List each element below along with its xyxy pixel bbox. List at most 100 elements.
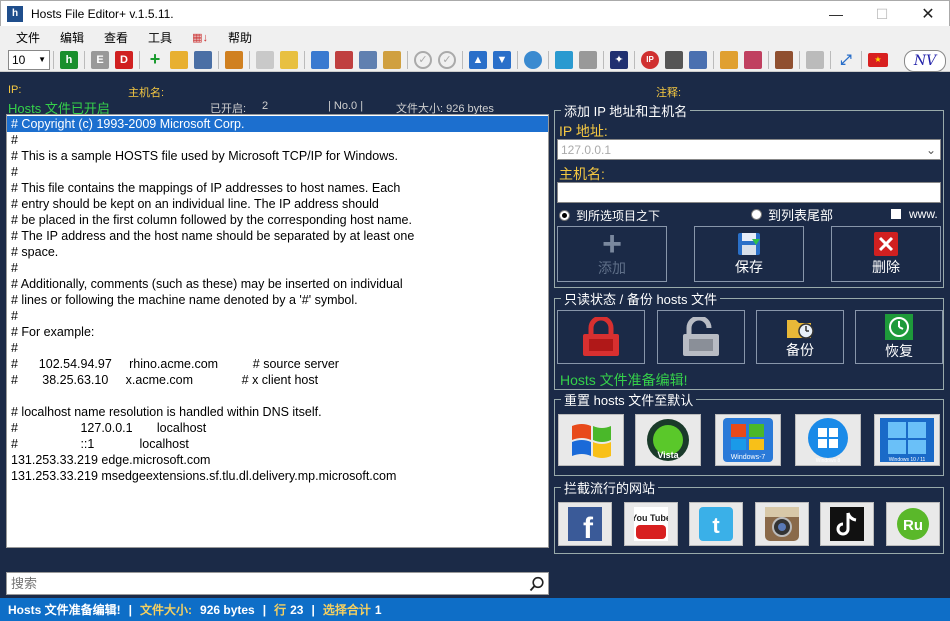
hosts-line[interactable]: # ::1 localhost [7, 436, 548, 452]
broom-icon[interactable] [720, 50, 738, 69]
hosts-line[interactable]: # [7, 164, 548, 180]
hosts-line[interactable]: # [7, 340, 548, 356]
font-size-select[interactable]: 10 ▼ [8, 49, 50, 70]
reset-windows-8-button[interactable]: Windows 8 [795, 414, 861, 466]
hosts-line[interactable]: 131.253.33.219 edge.microsoft.com [7, 452, 548, 468]
twitter-t: t [712, 513, 720, 538]
hosts-line[interactable] [7, 388, 548, 404]
dns-icon[interactable] [689, 50, 707, 69]
shield-icon[interactable] [579, 50, 597, 69]
hosts-line[interactable]: # be placed in the first column followed… [7, 212, 548, 228]
move-down-icon[interactable]: ▼ [493, 50, 511, 69]
minimize-button[interactable]: — [813, 1, 859, 27]
ping-icon[interactable] [665, 50, 683, 69]
menu-edit[interactable]: 编辑 [50, 29, 94, 46]
lock-readonly-button[interactable] [557, 310, 645, 364]
windows-logo-icon[interactable]: ▦↓ [182, 31, 218, 44]
menu-tools[interactable]: 工具 [138, 29, 182, 46]
delete-button[interactable]: 删除 [831, 226, 941, 282]
hosts-h-icon[interactable]: h [60, 50, 78, 69]
hosts-line[interactable]: # Copyright (c) 1993-2009 Microsoft Corp… [7, 116, 548, 132]
add-button[interactable]: + 添加 [557, 226, 667, 282]
www-checkbox[interactable]: www. [891, 207, 938, 221]
add-ip-panel: 添加 IP 地址和主机名 IP 地址: 127.0.0.1 ⌄ 主机名: 到所选… [554, 101, 944, 288]
block-instagram-button[interactable] [755, 502, 809, 546]
china-flag-icon[interactable]: ★ [868, 52, 888, 67]
menu-file[interactable]: 文件 [6, 29, 50, 46]
open-folder-icon[interactable] [170, 50, 188, 69]
folder-icon[interactable] [280, 50, 298, 69]
import-icon[interactable] [311, 50, 329, 69]
move-up-icon[interactable]: ▲ [469, 50, 487, 69]
reset-windows-7-button[interactable]: Windows-7 [715, 414, 781, 466]
block-facebook-button[interactable]: f [558, 502, 612, 546]
lock-icon[interactable] [806, 50, 824, 69]
wand-icon[interactable] [744, 50, 762, 69]
check-all-icon[interactable]: ✓ [438, 50, 456, 69]
hosts-line[interactable]: # [7, 260, 548, 276]
block-panel-title: 拦截流行的网站 [561, 478, 659, 497]
restore-button[interactable]: 恢复 [855, 310, 943, 364]
hosts-line[interactable]: # space. [7, 244, 548, 260]
close-button[interactable]: ✕ [905, 1, 950, 27]
block-tiktok-button[interactable] [820, 502, 874, 546]
save-button[interactable]: 保存 [694, 226, 804, 282]
unlock-button[interactable] [657, 310, 745, 364]
windows-vista-logo-icon: Vista [647, 419, 689, 461]
hosts-line[interactable]: # This file contains the mappings of IP … [7, 180, 548, 196]
hosts-line[interactable]: 131.253.33.219 msedgeextensions.sf.tlu.d… [7, 468, 548, 484]
block-twitter-button[interactable]: t [689, 502, 743, 546]
ip-address-value: 127.0.0.1 [561, 142, 612, 157]
merge-icon[interactable] [359, 50, 377, 69]
menu-help[interactable]: 帮助 [218, 29, 262, 46]
fullscreen-icon[interactable]: ⤢ [837, 51, 855, 69]
youtube-text: You Tube [634, 513, 668, 523]
search-input[interactable] [7, 576, 526, 591]
status-sep: | [311, 602, 315, 617]
hostname-input[interactable] [557, 182, 941, 203]
backup-button[interactable]: 备份 [756, 310, 844, 364]
block-ru-button[interactable]: Ru [886, 502, 940, 546]
hosts-line[interactable]: # entry should be kept on an individual … [7, 196, 548, 212]
hosts-line[interactable]: # This is a sample HOSTS file used by Mi… [7, 148, 548, 164]
radio-below-selected[interactable]: 到所选项目之下 [559, 207, 660, 224]
ip-icon[interactable]: IP [641, 50, 659, 69]
package-icon[interactable] [775, 50, 793, 69]
hosts-line[interactable]: # 127.0.0.1 localhost [7, 420, 548, 436]
save-disk-icon[interactable] [194, 50, 212, 69]
block-youtube-button[interactable]: You Tube [624, 502, 678, 546]
disable-d-icon[interactable]: D [115, 50, 133, 69]
hosts-line[interactable]: # 102.54.94.97 rhino.acme.com # source s… [7, 356, 548, 372]
search-icon[interactable] [526, 573, 548, 595]
hosts-line[interactable]: # [7, 132, 548, 148]
reset-windows-10-11-button[interactable]: Windows 10 / 11 [874, 414, 940, 466]
hosts-line[interactable]: # [7, 308, 548, 324]
hosts-line[interactable]: # 38.25.63.10 x.acme.com # x client host [7, 372, 548, 388]
facebook-icon: f [568, 507, 602, 541]
hosts-line[interactable]: # localhost name resolution is handled w… [7, 404, 548, 420]
clean-icon[interactable] [383, 50, 401, 69]
tools-icon[interactable] [225, 50, 243, 69]
add-icon[interactable]: + [146, 49, 164, 69]
network-icon[interactable]: ✦ [610, 50, 628, 69]
check-circle-icon[interactable]: ✓ [414, 50, 432, 69]
hosts-line[interactable]: # The IP address and the host name shoul… [7, 228, 548, 244]
radio-end-of-list[interactable]: 到列表尾部 [751, 205, 833, 224]
toolbar-separator [634, 50, 635, 69]
maximize-button[interactable]: ☐ [859, 1, 905, 27]
hosts-line[interactable]: # For example: [7, 324, 548, 340]
reset-windows-vista-button[interactable]: Vista [635, 414, 701, 466]
hosts-editor[interactable]: # Copyright (c) 1993-2009 Microsoft Corp… [6, 114, 549, 548]
document-edit-icon[interactable] [256, 50, 274, 69]
window-title: Hosts File Editor+ v.1.5.11. [31, 6, 174, 21]
hosts-line[interactable]: # lines or following the machine name de… [7, 292, 548, 308]
reset-windows-xp-button[interactable] [558, 414, 624, 466]
menu-view[interactable]: 查看 [94, 29, 138, 46]
hosts-line[interactable]: # Additionally, comments (such as these)… [7, 276, 548, 292]
edit-e-icon[interactable]: E [91, 50, 109, 69]
windows-icon[interactable] [555, 50, 573, 69]
globe-icon[interactable] [524, 50, 542, 69]
export-icon[interactable] [335, 50, 353, 69]
chevron-down-icon: ⌄ [925, 142, 936, 157]
ip-address-combo[interactable]: 127.0.0.1 ⌄ [557, 139, 941, 160]
